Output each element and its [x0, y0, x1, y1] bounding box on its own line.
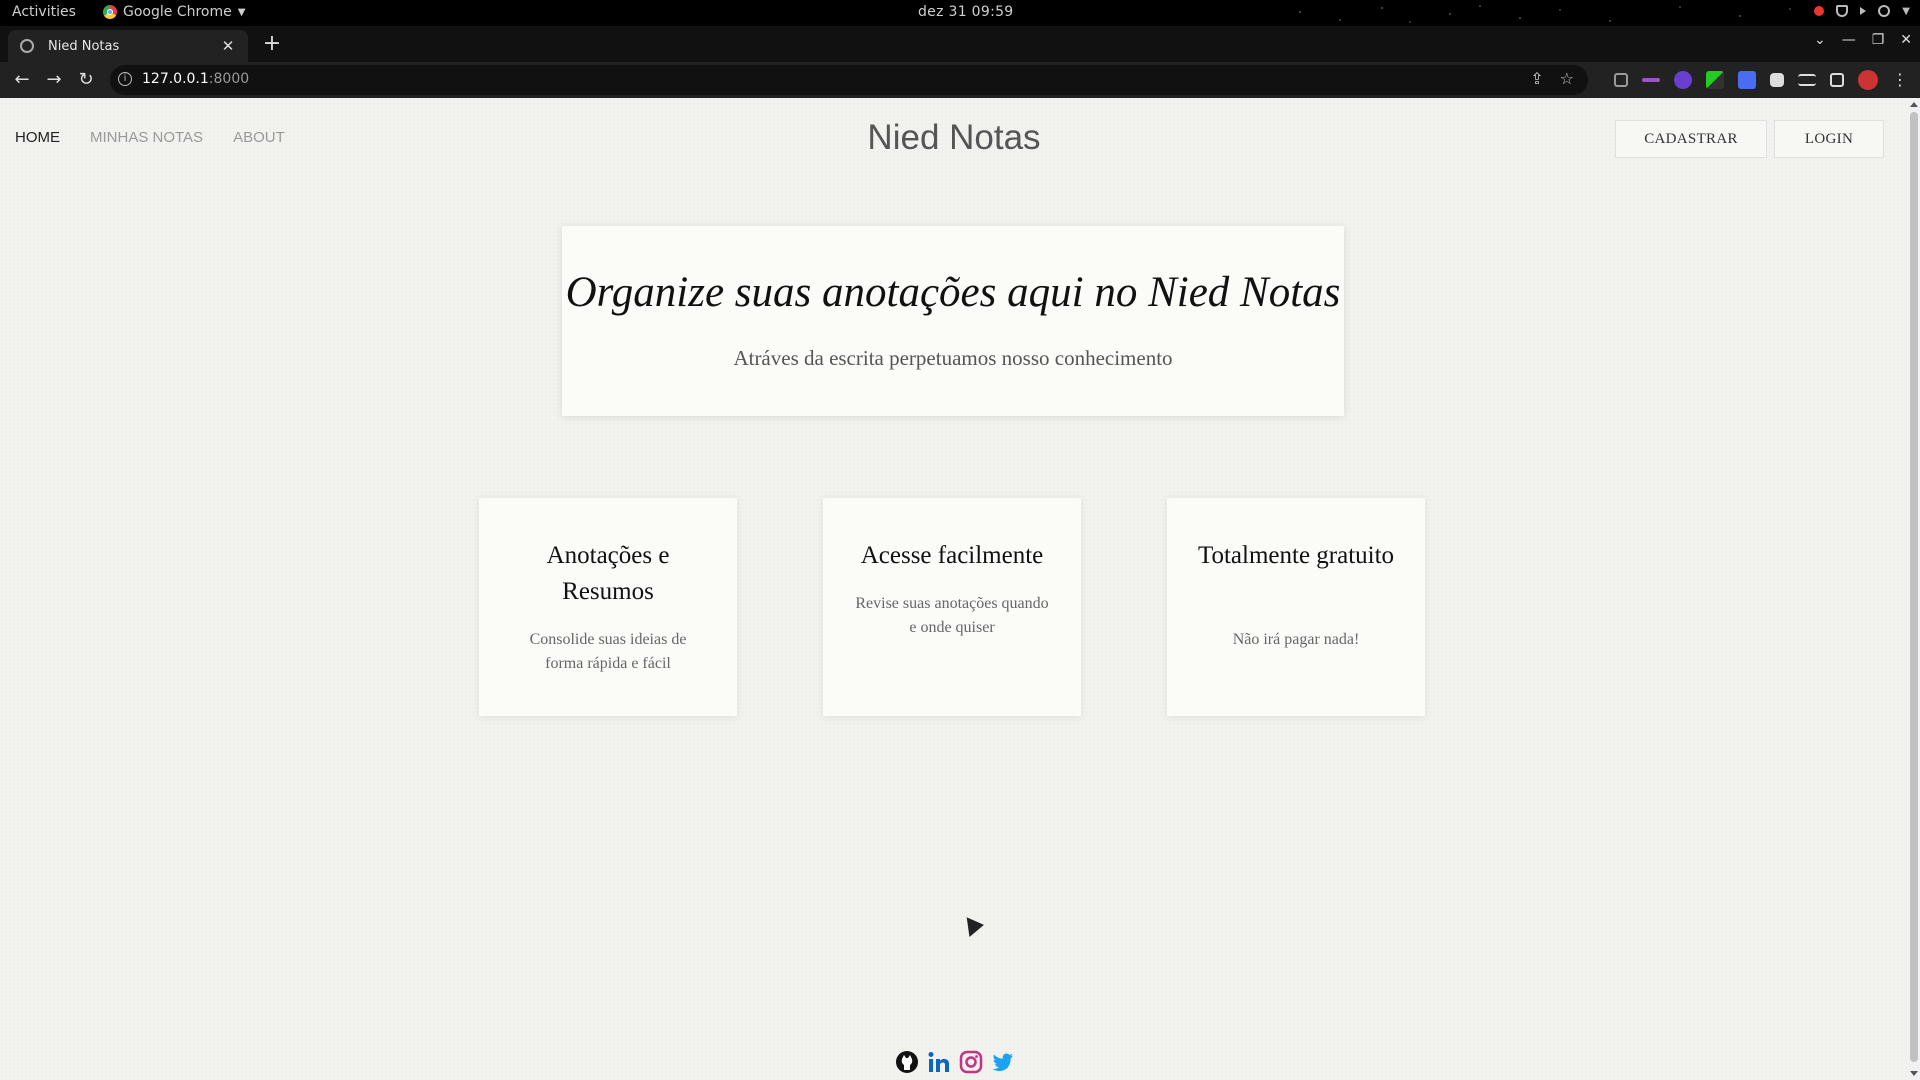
info-icon[interactable]: i — [118, 72, 132, 86]
browser-tab[interactable]: Nied Notas ✕ — [8, 30, 248, 62]
feature-card-text: Não irá pagar nada! — [1232, 631, 1360, 648]
url-port: :8000 — [208, 71, 250, 87]
feature-card-title: Acesse facilmente — [860, 542, 1044, 569]
back-icon[interactable]: ← — [10, 68, 34, 92]
feature-card-text: Revise suas anotações quando e onde quis… — [855, 595, 1049, 636]
record-icon — [1814, 6, 1825, 16]
new-tab-button[interactable]: + — [260, 32, 284, 56]
globe-icon — [20, 39, 34, 53]
extension-icon[interactable] — [1674, 71, 1692, 89]
feature-card-text: Consolide suas ideias de forma rápida e … — [529, 631, 687, 672]
page: HOME MINHAS NOTAS ABOUT Nied Notas CADAS… — [0, 98, 1908, 1080]
hero-subtitle: Atráves da escrita perpetuamos nosso con… — [733, 346, 1173, 370]
puzzle-icon[interactable] — [1770, 73, 1784, 87]
twitter-icon[interactable] — [991, 1050, 1015, 1074]
share-icon[interactable]: ⇪ — [1530, 69, 1543, 88]
signup-button[interactable]: CADASTRAR — [1615, 120, 1767, 158]
github-icon[interactable] — [895, 1050, 919, 1074]
volume-icon — [1860, 7, 1867, 15]
media-icon[interactable] — [1798, 74, 1816, 86]
feature-card: Acesse facilmente Revise suas anotações … — [823, 498, 1081, 716]
avatar[interactable] — [1858, 70, 1878, 90]
shield-icon — [1836, 5, 1849, 17]
bookmark-star-icon[interactable]: ☆ — [1560, 69, 1574, 88]
restore-icon[interactable]: ❐ — [1872, 32, 1885, 48]
url-host: 127.0.0.1 — [142, 71, 209, 87]
activities-button[interactable]: Activities — [12, 4, 76, 20]
forward-icon[interactable]: → — [42, 68, 66, 92]
minimize-icon[interactable]: — — [1842, 32, 1856, 48]
clock[interactable]: dez 31 09:59 — [918, 4, 1014, 20]
caret-down-icon: ▼ — [237, 6, 246, 18]
app-menu[interactable]: Google Chrome ▼ — [103, 4, 245, 20]
address-bar[interactable]: i 127.0.0.1:8000 ⇪ ☆ — [110, 65, 1588, 95]
scroll-down-icon[interactable] — [1910, 1071, 1918, 1076]
scrollbar-thumb[interactable] — [1910, 112, 1918, 1062]
close-window-icon[interactable]: ✕ — [1900, 32, 1912, 48]
extension-icon[interactable] — [1642, 78, 1660, 82]
feature-card-title: Anotações e Resumos — [546, 542, 670, 605]
feature-card: Totalmente gratuito Não irá pagar nada! — [1167, 498, 1425, 716]
close-tab-icon[interactable]: ✕ — [218, 37, 238, 55]
extensions-bar: ⋮ — [1614, 70, 1908, 90]
chrome-icon — [103, 5, 117, 19]
app-menu-label: Google Chrome — [123, 4, 232, 20]
url-text: 127.0.0.1:8000 — [142, 71, 249, 87]
extension-icon[interactable] — [1706, 71, 1724, 89]
reload-icon[interactable]: ↻ — [74, 68, 98, 92]
instagram-icon[interactable] — [959, 1050, 983, 1074]
window-controls: ⌄ — ❐ ✕ — [1814, 32, 1912, 48]
page-scrollbar[interactable] — [1908, 98, 1920, 1080]
extension-icon[interactable] — [1614, 73, 1628, 87]
feature-card-title: Totalmente gratuito — [1197, 542, 1395, 569]
mouse-cursor-icon — [966, 914, 986, 938]
scroll-up-icon[interactable] — [1910, 102, 1918, 107]
login-button[interactable]: LOGIN — [1774, 120, 1884, 158]
tab-title: Nied Notas — [48, 38, 120, 54]
hero-card: Organize suas anotações aqui no Nied Not… — [562, 226, 1344, 416]
feature-card: Anotações e Resumos Consolide suas ideia… — [479, 498, 737, 716]
browser-toolbar: ← → ↻ i 127.0.0.1:8000 ⇪ ☆ ⋮ — [0, 62, 1920, 98]
hero-title: Organize suas anotações aqui no Nied Not… — [565, 269, 1341, 316]
linkedin-icon[interactable] — [927, 1050, 951, 1074]
tab-search-icon[interactable]: ⌄ — [1814, 32, 1826, 48]
menu-dots-icon[interactable]: ⋮ — [1892, 72, 1908, 88]
extension-icon[interactable] — [1738, 71, 1756, 89]
caret-down-icon: ▼ — [1902, 5, 1910, 17]
navbar: HOME MINHAS NOTAS ABOUT Nied Notas CADAS… — [0, 98, 1908, 182]
tab-strip: Nied Notas ✕ + ⌄ — ❐ ✕ — [0, 26, 1920, 62]
side-panel-icon[interactable] — [1830, 73, 1844, 87]
power-icon — [1878, 5, 1891, 17]
os-top-bar: Activities Google Chrome ▼ dez 31 09:59 … — [0, 0, 1920, 26]
system-tray[interactable]: ▼ — [1814, 5, 1910, 17]
social-links — [895, 1050, 1015, 1074]
